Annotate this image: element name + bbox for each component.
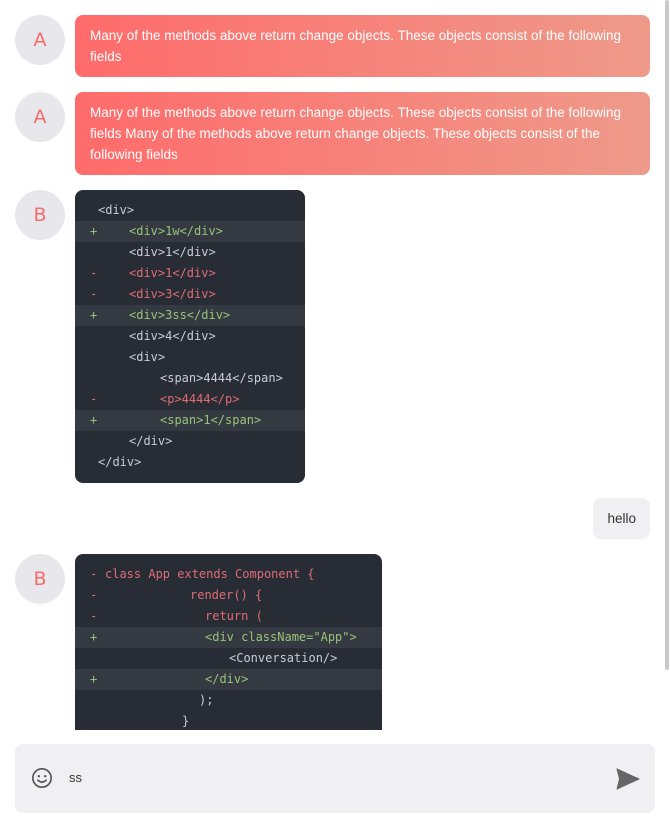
- diff-line-ctx: );: [75, 690, 382, 711]
- diff-code: }: [182, 714, 190, 728]
- diff-code: <p>4444</p>: [160, 392, 240, 406]
- code-diff-block: - class App extends Component {- render() …: [75, 554, 382, 730]
- diff-code: <div>4</div>: [129, 329, 216, 343]
- code-diff-block: <div> + <div>1w</div> <div>1</div> - <div>1</…: [75, 190, 305, 483]
- send-icon[interactable]: [616, 768, 640, 790]
- diff-code: return (: [205, 609, 263, 623]
- diff-line-ctx: <div>4</div>: [75, 326, 305, 347]
- avatar: B: [15, 190, 65, 240]
- diff-line-ctx: <div>: [75, 200, 305, 221]
- avatar: B: [15, 554, 65, 604]
- message-input[interactable]: ss: [69, 770, 82, 785]
- diff-line-del: - <p>4444</p>: [75, 389, 305, 410]
- diff-code: <div>1</div>: [129, 266, 216, 280]
- diff-line-add: + <div>1w</div>: [75, 221, 305, 242]
- diff-line-add: + <div>3ss</div>: [75, 305, 305, 326]
- diff-line-ctx: <div>: [75, 347, 305, 368]
- diff-code: <div>: [129, 350, 166, 364]
- diff-sign: -: [90, 567, 98, 581]
- diff-line-del: - return (: [75, 606, 382, 627]
- diff-sign: -: [90, 392, 98, 406]
- diff-code: );: [199, 693, 214, 707]
- diff-code: </div>: [205, 672, 249, 686]
- diff-code: <span>1</span>: [160, 413, 262, 427]
- smile-icon[interactable]: [31, 767, 53, 789]
- avatar: A: [15, 92, 65, 142]
- diff-sign: -: [90, 588, 98, 602]
- message-bubble: Many of the methods above return change …: [75, 15, 650, 77]
- diff-line-ctx: </div>: [75, 431, 305, 452]
- diff-sign: +: [90, 308, 98, 322]
- diff-code: </div>: [98, 455, 142, 469]
- diff-line-ctx: <span>4444</span>: [75, 368, 305, 389]
- diff-line-del: - class App extends Component {: [75, 564, 382, 585]
- diff-code: <div>3</div>: [129, 287, 216, 301]
- diff-code: <div>: [98, 203, 135, 217]
- diff-sign: -: [90, 266, 98, 280]
- diff-code: </div>: [129, 434, 173, 448]
- diff-line-ctx: <Conversation/>: [75, 648, 382, 669]
- user-message-bubble: hello: [593, 498, 650, 539]
- diff-code: <div className="App">: [205, 630, 357, 644]
- diff-code: <div>1w</div>: [129, 224, 223, 238]
- diff-line-add: + <span>1</span>: [75, 410, 305, 431]
- diff-sign: +: [90, 630, 98, 644]
- diff-line-del: - render() {: [75, 585, 382, 606]
- chat-panel: A Many of the methods above return chang…: [0, 0, 670, 730]
- diff-code: render() {: [190, 588, 263, 602]
- diff-line-del: - <div>1</div>: [75, 263, 305, 284]
- diff-code: <Conversation/>: [229, 651, 338, 665]
- message-bubble: Many of the methods above return change …: [75, 92, 650, 175]
- diff-sign: -: [90, 609, 98, 623]
- scrollbar[interactable]: [665, 0, 669, 670]
- diff-line-del: - <div>3</div>: [75, 284, 305, 305]
- diff-code: <div>1</div>: [129, 245, 216, 259]
- diff-sign: +: [90, 413, 98, 427]
- diff-line-ctx: </div>: [75, 452, 305, 473]
- diff-sign: +: [90, 224, 98, 238]
- diff-sign: +: [90, 672, 98, 686]
- diff-line-ctx: }: [75, 711, 382, 730]
- diff-line-add: + <div className="App">: [75, 627, 382, 648]
- diff-code: <div>3ss</div>: [129, 308, 231, 322]
- diff-code: class App extends Component {: [105, 567, 315, 581]
- diff-code: <span>4444</span>: [160, 371, 283, 385]
- message-input-bar[interactable]: ss: [15, 744, 655, 813]
- diff-line-ctx: <div>1</div>: [75, 242, 305, 263]
- avatar: A: [15, 15, 65, 65]
- diff-line-add: + </div>: [75, 669, 382, 690]
- diff-sign: -: [90, 287, 98, 301]
